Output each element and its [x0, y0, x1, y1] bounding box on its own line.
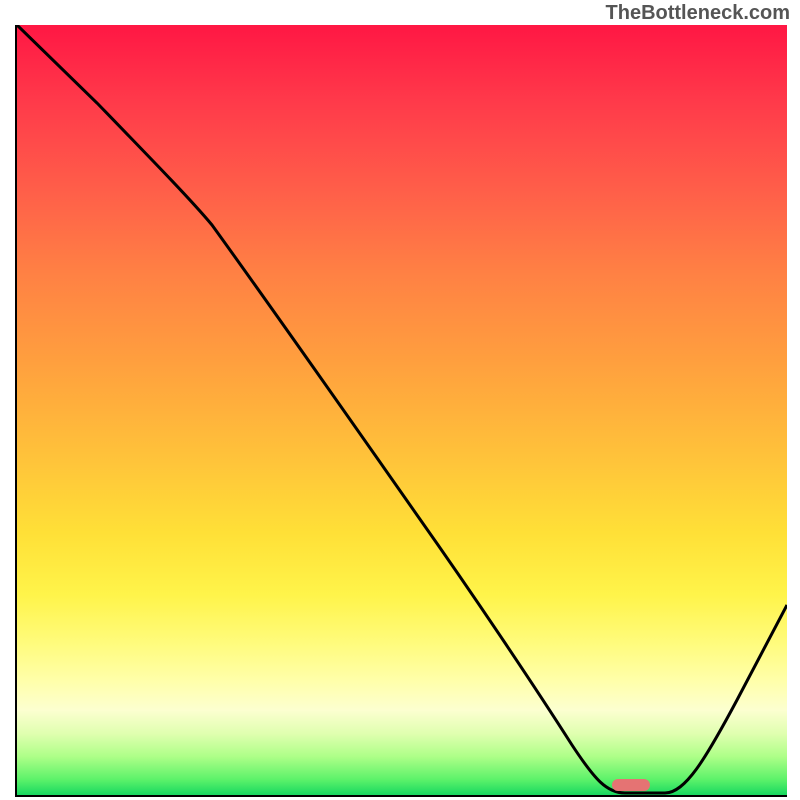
- chart-curve-path: [17, 25, 787, 793]
- chart-curve-svg: [17, 25, 787, 795]
- chart-plot-area: [15, 25, 787, 797]
- watermark-label: TheBottleneck.com: [606, 2, 790, 25]
- chart-marker-pill: [612, 779, 650, 791]
